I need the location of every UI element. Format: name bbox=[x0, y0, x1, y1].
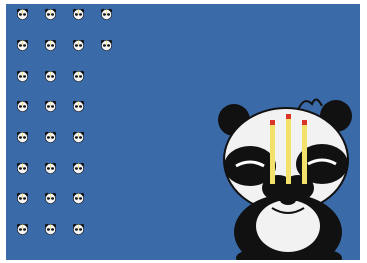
panda-incense-icon bbox=[72, 39, 84, 51]
panda-incense-icon bbox=[16, 223, 28, 235]
desktop-icon[interactable] bbox=[65, 192, 91, 218]
desktop-icon[interactable] bbox=[65, 70, 91, 96]
desktop-icon-label bbox=[92, 52, 120, 57]
panda-incense-icon bbox=[44, 162, 56, 174]
desktop-icon-label bbox=[36, 83, 64, 88]
panda-incense-icon bbox=[72, 131, 84, 143]
desktop-icon-label bbox=[64, 52, 92, 57]
desktop-icon-label bbox=[36, 205, 64, 210]
desktop-icon[interactable] bbox=[37, 70, 63, 96]
desktop-icon[interactable] bbox=[9, 192, 35, 218]
desktop-icon-label bbox=[36, 175, 64, 180]
panda-incense-icon bbox=[72, 70, 84, 82]
panda-incense-icon bbox=[72, 100, 84, 112]
panda-incense-icon bbox=[100, 8, 112, 20]
desktop-icon[interactable] bbox=[65, 162, 91, 188]
desktop-icon[interactable] bbox=[65, 8, 91, 34]
panda-wallpaper-image bbox=[218, 98, 352, 260]
desktop-icon[interactable] bbox=[9, 100, 35, 126]
desktop-icon-label bbox=[64, 113, 92, 118]
desktop-icon[interactable] bbox=[9, 39, 35, 65]
panda-incense-icon bbox=[72, 162, 84, 174]
desktop-icon[interactable] bbox=[93, 8, 119, 34]
panda-incense-icon bbox=[44, 192, 56, 204]
panda-incense-icon bbox=[44, 131, 56, 143]
desktop-icon-label bbox=[36, 113, 64, 118]
desktop-icon-label bbox=[8, 144, 36, 149]
desktop-icon[interactable] bbox=[65, 39, 91, 65]
desktop-icon[interactable] bbox=[37, 8, 63, 34]
desktop-icon[interactable] bbox=[37, 162, 63, 188]
desktop-icon-label bbox=[8, 52, 36, 57]
panda-incense-icon bbox=[44, 223, 56, 235]
desktop-icon-label bbox=[8, 21, 36, 26]
desktop-icon[interactable] bbox=[37, 39, 63, 65]
panda-incense-icon bbox=[44, 100, 56, 112]
desktop-icon[interactable] bbox=[65, 223, 91, 249]
desktop-icon[interactable] bbox=[37, 223, 63, 249]
desktop-icon-label bbox=[36, 144, 64, 149]
panda-incense-icon bbox=[16, 192, 28, 204]
panda-incense-icon bbox=[100, 39, 112, 51]
panda-incense-icon bbox=[72, 223, 84, 235]
desktop-icon[interactable] bbox=[9, 162, 35, 188]
desktop-icon[interactable] bbox=[65, 100, 91, 126]
panda-incense-icon bbox=[44, 39, 56, 51]
desktop-screen bbox=[6, 4, 360, 260]
desktop-icon[interactable] bbox=[9, 131, 35, 157]
desktop-icon[interactable] bbox=[93, 39, 119, 65]
desktop-icon-label bbox=[8, 205, 36, 210]
desktop-icon-label bbox=[64, 83, 92, 88]
desktop-icon-label bbox=[8, 236, 36, 241]
desktop-icon-label bbox=[64, 205, 92, 210]
desktop-icon-label bbox=[36, 236, 64, 241]
desktop-icon[interactable] bbox=[37, 192, 63, 218]
desktop-icon[interactable] bbox=[9, 70, 35, 96]
panda-incense-icon bbox=[16, 162, 28, 174]
desktop-icon[interactable] bbox=[9, 223, 35, 249]
panda-incense-icon bbox=[44, 70, 56, 82]
desktop-icon-label bbox=[64, 236, 92, 241]
desktop-icon-label bbox=[8, 175, 36, 180]
desktop-icon[interactable] bbox=[65, 131, 91, 157]
desktop-icon-label bbox=[92, 21, 120, 26]
panda-incense-icon bbox=[72, 8, 84, 20]
desktop-icon-label bbox=[8, 113, 36, 118]
desktop-icon-label bbox=[36, 21, 64, 26]
desktop-icon[interactable] bbox=[37, 131, 63, 157]
desktop-icon-label bbox=[64, 144, 92, 149]
panda-incense-icon bbox=[16, 8, 28, 20]
panda-incense-icon bbox=[16, 70, 28, 82]
desktop-icon[interactable] bbox=[9, 8, 35, 34]
desktop-icon-label bbox=[64, 175, 92, 180]
panda-incense-icon bbox=[16, 39, 28, 51]
panda-incense-icon bbox=[72, 192, 84, 204]
panda-incense-icon bbox=[16, 131, 28, 143]
desktop-icon-label bbox=[64, 21, 92, 26]
desktop-icon-label bbox=[36, 52, 64, 57]
panda-incense-icon bbox=[16, 100, 28, 112]
desktop-icon-label bbox=[8, 83, 36, 88]
panda-incense-icon bbox=[44, 8, 56, 20]
desktop-icon[interactable] bbox=[37, 100, 63, 126]
